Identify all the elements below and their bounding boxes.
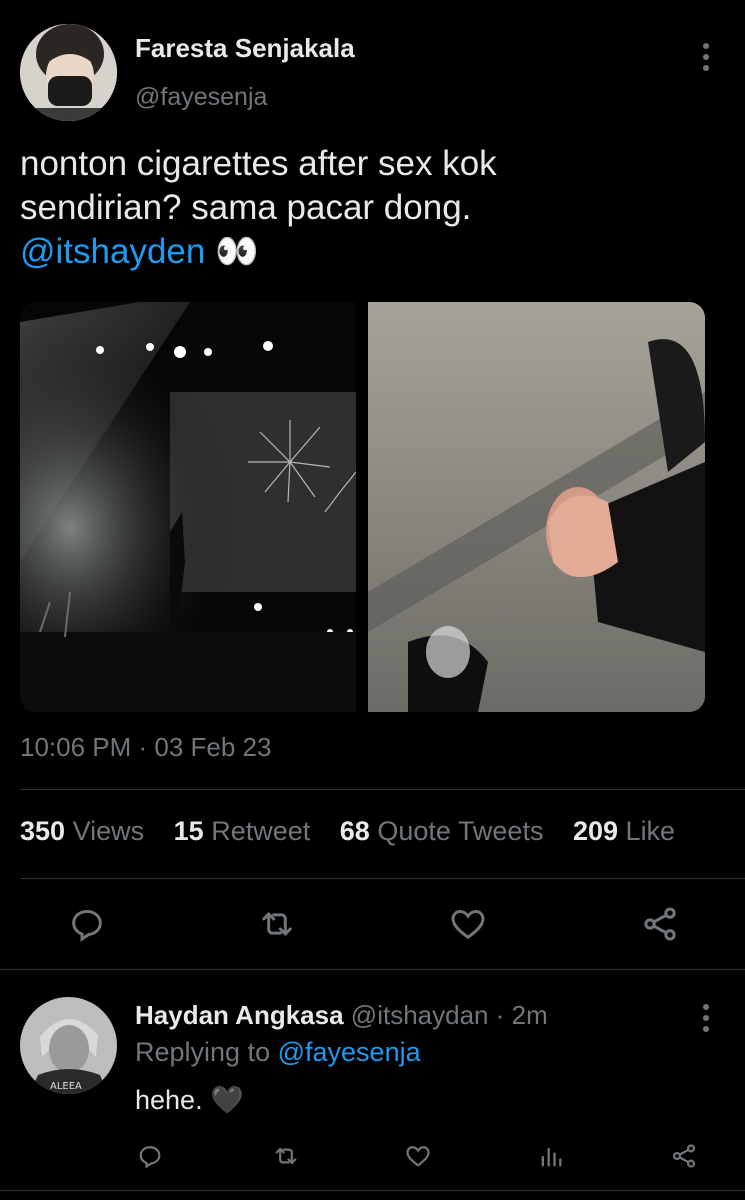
replying-to-handle[interactable]: @fayesenja (278, 1037, 421, 1067)
author-avatar[interactable] (20, 24, 117, 121)
divider (0, 1190, 745, 1191)
analytics-icon[interactable] (537, 1142, 565, 1175)
reply-text: hehe. 🖤 (135, 1084, 244, 1116)
reply-author-avatar[interactable]: ALEEA (20, 997, 117, 1094)
reply-icon[interactable] (67, 904, 107, 949)
quotes-stat[interactable]: 68 Quote Tweets (340, 816, 544, 846)
divider (20, 878, 745, 879)
likes-stat[interactable]: 209 Like (573, 816, 675, 846)
mention-link[interactable]: @itshayden (20, 232, 205, 271)
more-icon[interactable] (703, 43, 709, 71)
heart-icon[interactable] (448, 904, 488, 949)
retweet-icon[interactable] (271, 1142, 301, 1175)
replying-to-label: Replying to (135, 1037, 271, 1067)
reply-header: Haydan Angkasa @itshaydan · 2m (135, 1000, 548, 1031)
holding-hands-photo[interactable] (368, 302, 705, 712)
tweet-text-line-1: nonton cigarettes after sex kok (20, 144, 497, 183)
reply-author-handle[interactable]: @itshaydan (351, 1000, 489, 1030)
reply-icon[interactable] (136, 1142, 164, 1175)
tweet-timestamp[interactable]: 10:06 PM · 03 Feb 23 (20, 732, 271, 763)
black-heart-emoji: 🖤 (210, 1085, 244, 1115)
eyes-emoji: 👀 (215, 232, 259, 271)
tweet-stats: 350 Views 15 Retweet 68 Quote Tweets 209… (20, 816, 697, 847)
divider (20, 789, 745, 790)
heart-icon[interactable] (404, 1142, 432, 1175)
tweet-media (20, 302, 705, 712)
tweet-text: nonton cigarettes after sex kok sendiria… (20, 142, 720, 274)
author-handle[interactable]: @fayesenja (135, 83, 267, 112)
tweet-text-line-2: sendirian? sama pacar dong. (20, 188, 472, 227)
reply-time[interactable]: 2m (512, 1000, 548, 1030)
retweet-icon[interactable] (256, 904, 298, 949)
reply-author-name[interactable]: Haydan Angkasa (135, 1000, 344, 1030)
divider (0, 969, 745, 970)
more-icon[interactable] (703, 1004, 709, 1032)
share-icon[interactable] (640, 904, 680, 949)
reply-text-content: hehe. (135, 1085, 203, 1115)
author-name[interactable]: Faresta Senjakala (135, 33, 355, 64)
replying-to: Replying to @fayesenja (135, 1037, 421, 1068)
svg-text:ALEEA: ALEEA (50, 1081, 82, 1092)
share-icon[interactable] (670, 1142, 698, 1175)
views-stat[interactable]: 350 Views (20, 816, 144, 846)
concert-photo[interactable] (20, 302, 356, 712)
reply-separator: · (495, 1000, 505, 1030)
retweets-stat[interactable]: 15 Retweet (174, 816, 311, 846)
